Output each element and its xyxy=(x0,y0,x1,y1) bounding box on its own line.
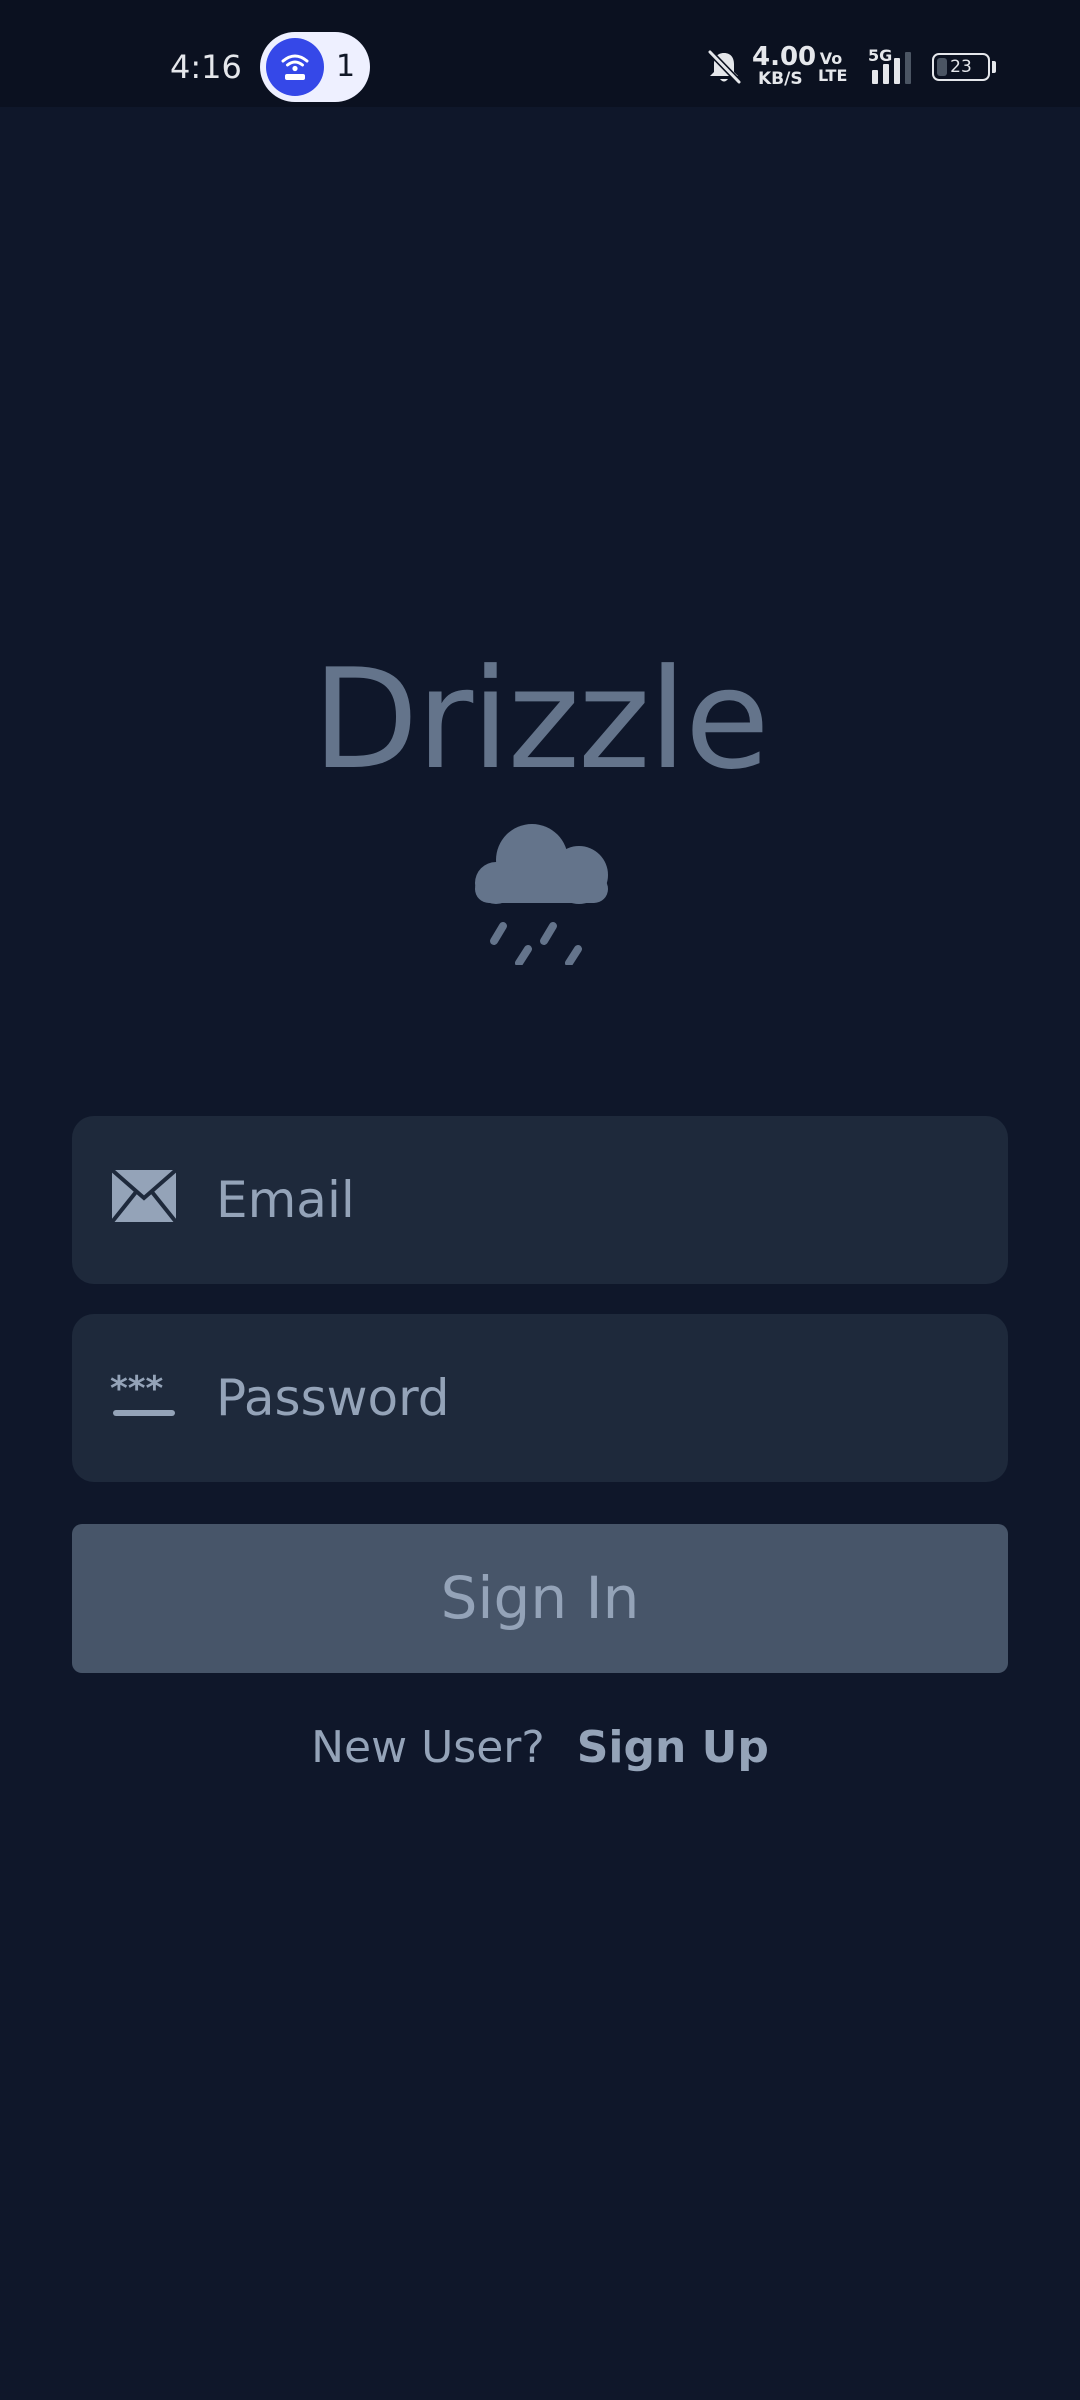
battery-level: 23 xyxy=(950,57,972,77)
network-speed-unit: KB/S xyxy=(758,69,803,89)
svg-text:***: *** xyxy=(110,1369,164,1409)
sign-up-link[interactable]: Sign Up xyxy=(577,1722,769,1773)
hotspot-notification-pill[interactable]: 1 xyxy=(260,32,370,102)
status-bar: 4:16 1 4.00 KB/S Vo LTE 5G 23 xyxy=(0,0,1080,107)
status-time: 4:16 xyxy=(170,48,242,86)
volte-bottom: LTE xyxy=(818,66,848,85)
bell-muted-icon xyxy=(707,49,742,85)
network-speed-value: 4.00 xyxy=(752,42,817,72)
signup-row: New User? Sign Up xyxy=(0,1718,1080,1778)
password-input[interactable] xyxy=(216,1314,976,1482)
rain-cloud-icon xyxy=(475,824,608,965)
password-field[interactable]: *** xyxy=(72,1314,1008,1482)
login-screen: 4:16 1 4.00 KB/S Vo LTE 5G 23 Drizzle Em… xyxy=(0,0,1080,2400)
new-user-text: New User? xyxy=(311,1722,545,1773)
volte-indicator: Vo LTE xyxy=(818,49,848,85)
signal-icon xyxy=(872,52,911,84)
email-input[interactable] xyxy=(216,1116,976,1284)
volte-top: Vo xyxy=(819,49,843,68)
email-field[interactable] xyxy=(72,1116,1008,1284)
battery-tip xyxy=(992,61,996,73)
battery-icon: 23 xyxy=(932,53,990,81)
app-title: Drizzle xyxy=(312,639,769,800)
hotspot-count: 1 xyxy=(336,49,356,84)
password-dots-icon: *** xyxy=(110,1369,175,1416)
sign-in-button[interactable]: Sign In xyxy=(72,1524,1008,1673)
envelope-icon xyxy=(110,1168,178,1224)
hotspot-icon xyxy=(266,38,324,96)
